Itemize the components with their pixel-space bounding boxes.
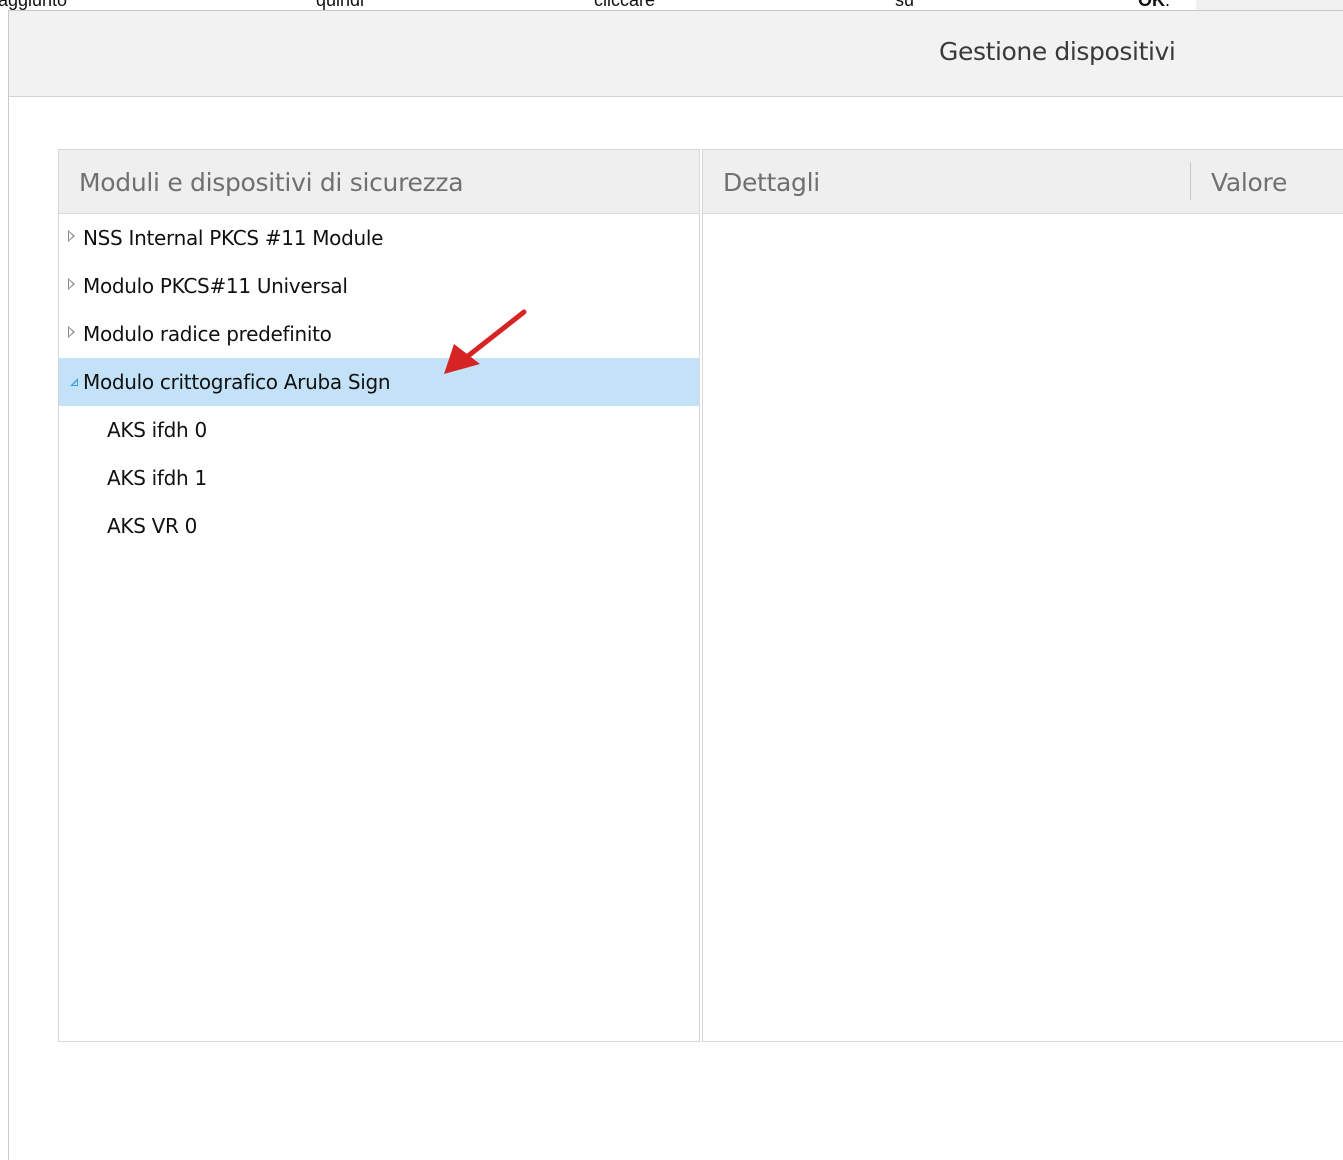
column-resize-handle[interactable] <box>1190 162 1191 200</box>
tree-item-label: Modulo PKCS#11 Universal <box>83 274 348 298</box>
value-column-label[interactable]: Valore <box>1211 168 1287 197</box>
tree-item-pkcs11-universal[interactable]: Modulo PKCS#11 Universal <box>59 262 699 310</box>
tree-item-label: AKS VR 0 <box>107 514 198 538</box>
security-modules-tree[interactable]: Moduli e dispositivi di sicurezza NSS In… <box>58 149 700 1042</box>
dialog-title: Gestione dispositivi <box>939 37 1176 66</box>
doc-word-ok: OK <box>1138 0 1165 10</box>
expand-arrow-icon[interactable] <box>68 326 75 338</box>
tree-item-label: Modulo crittografico Aruba Sign <box>83 370 391 394</box>
expand-arrow-icon[interactable] <box>68 230 75 242</box>
doc-word: aggiunto <box>0 0 68 10</box>
tree-item-label: AKS ifdh 1 <box>107 466 207 490</box>
tree-item-aks-ifdh-1[interactable]: AKS ifdh 1 <box>59 454 699 502</box>
doc-word: cliccare <box>594 0 656 10</box>
tree-item-nss-internal[interactable]: NSS Internal PKCS #11 Module <box>59 214 699 262</box>
page: aggiunto quindi cliccare su OK. Gestione… <box>0 0 1343 1160</box>
tree-item-aks-vr-0[interactable]: AKS VR 0 <box>59 502 699 550</box>
dialog-header: Gestione dispositivi <box>9 11 1343 97</box>
tree-item-aruba-sign[interactable]: Modulo crittografico Aruba Sign <box>59 358 699 406</box>
collapse-arrow-icon[interactable] <box>70 378 78 386</box>
document-text-strip: aggiunto quindi cliccare su OK. <box>0 0 1196 10</box>
details-column-header: Dettagli Valore <box>703 150 1343 214</box>
doc-word: su <box>895 0 915 10</box>
tree-item-aks-ifdh-0[interactable]: AKS ifdh 0 <box>59 406 699 454</box>
device-manager-dialog: Gestione dispositivi Moduli e dispositiv… <box>8 10 1343 1160</box>
red-arrow-icon <box>444 309 527 374</box>
doc-word: quindi <box>316 0 365 10</box>
document-strip-background <box>1196 0 1343 10</box>
tree-item-root-module[interactable]: Modulo radice predefinito <box>59 310 699 358</box>
tree-item-label: AKS ifdh 0 <box>107 418 207 442</box>
tree-item-label: Modulo radice predefinito <box>83 322 332 346</box>
expand-arrow-icon[interactable] <box>68 278 75 290</box>
details-column-label[interactable]: Dettagli <box>723 168 820 197</box>
doc-word-period: . <box>1165 0 1171 10</box>
doc-word-bold: OK. <box>1138 0 1170 9</box>
tree-item-label: NSS Internal PKCS #11 Module <box>83 226 384 250</box>
details-table[interactable]: Dettagli Valore <box>702 149 1343 1042</box>
tree-column-header-label: Moduli e dispositivi di sicurezza <box>79 168 464 197</box>
tree-column-header[interactable]: Moduli e dispositivi di sicurezza <box>59 150 699 214</box>
